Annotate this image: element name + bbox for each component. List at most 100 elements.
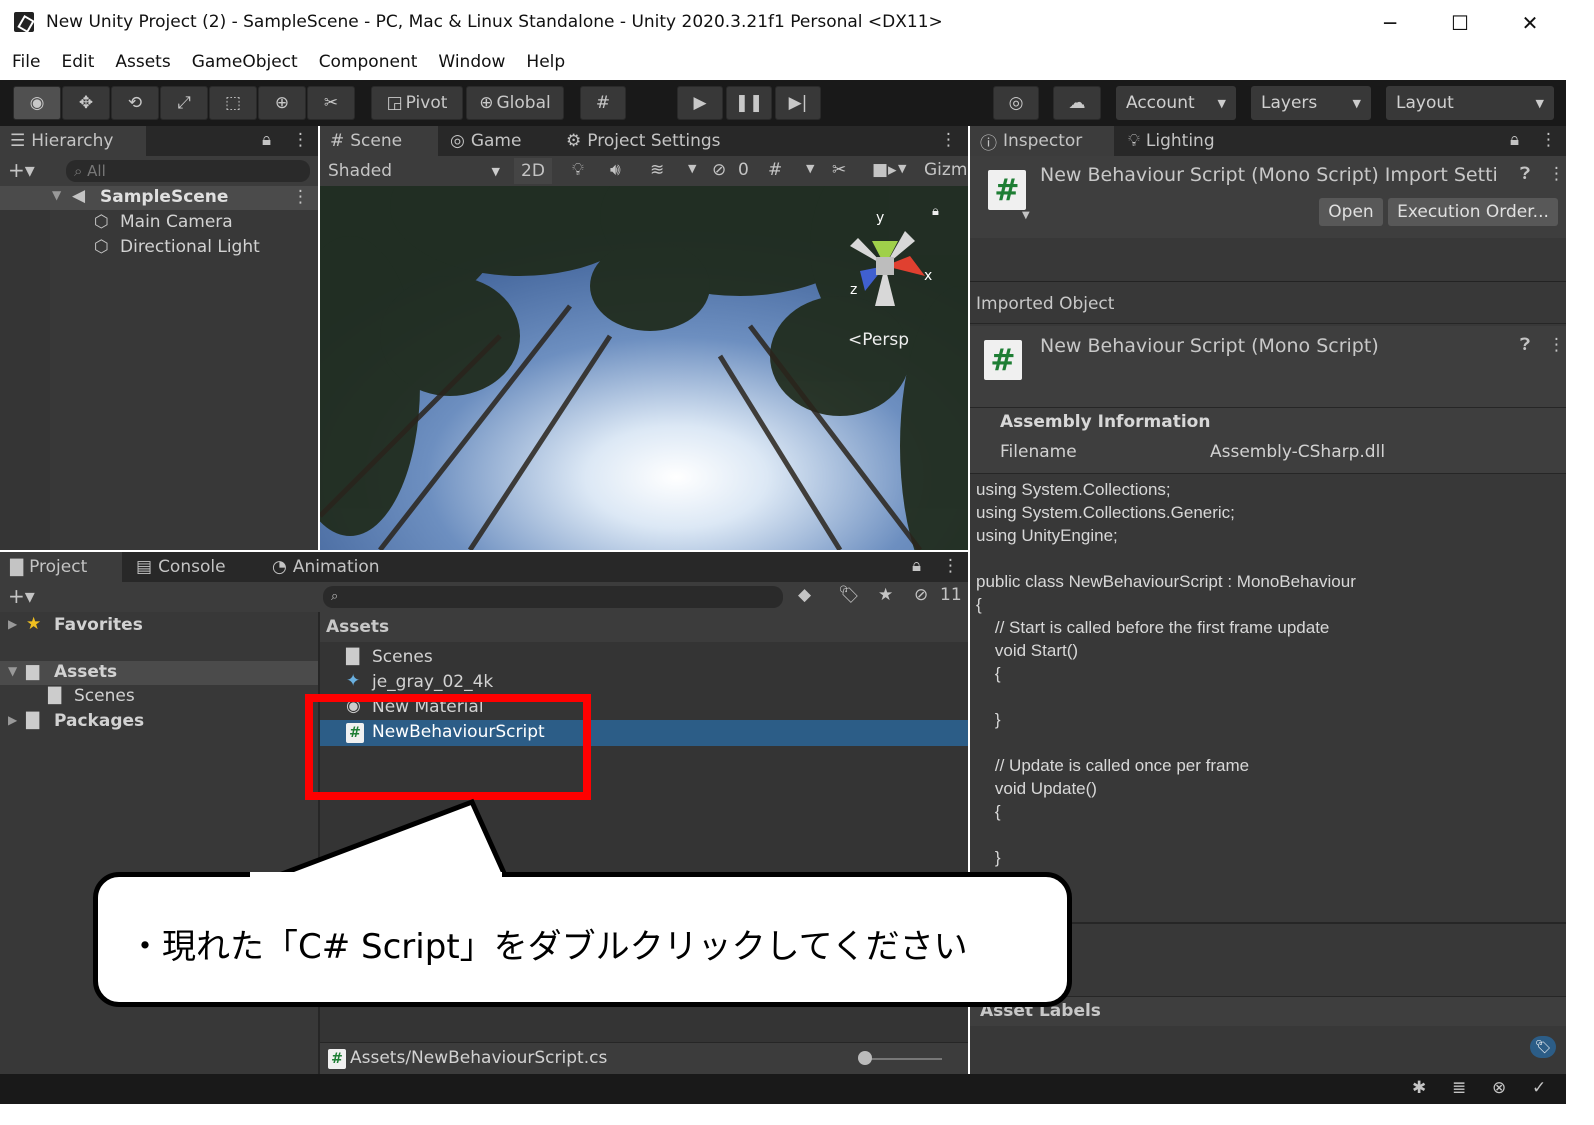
- filter-type-icon[interactable]: ◆: [798, 585, 811, 605]
- layers-dropdown[interactable]: Layers ▼: [1251, 86, 1371, 120]
- tree-item-favorites[interactable]: ▶ ★ Favorites: [0, 614, 318, 638]
- cache-icon[interactable]: ≣: [1452, 1078, 1466, 1098]
- help-icon[interactable]: ❓︎: [1520, 164, 1530, 184]
- code-line: using System.Collections.Generic;: [976, 503, 1235, 522]
- persp-toggle[interactable]: <Persp: [848, 330, 909, 350]
- tab-hierarchy[interactable]: ☰ Hierarchy: [0, 126, 146, 156]
- kebab-menu-icon[interactable]: ⋮: [940, 130, 957, 150]
- tab-scene[interactable]: # Scene: [320, 126, 438, 156]
- account-dropdown[interactable]: Account ▼: [1116, 86, 1236, 120]
- audio-icon[interactable]: 🔊︎: [610, 160, 621, 180]
- menu-window[interactable]: Window: [438, 52, 505, 72]
- tree-item-packages[interactable]: ▶ ▇ Packages: [0, 710, 318, 734]
- global-button[interactable]: ⊕ Global: [466, 86, 564, 120]
- kebab-menu-icon[interactable]: ⋮: [292, 130, 309, 150]
- pivot-button[interactable]: ◲ Pivot: [371, 86, 463, 120]
- create-dropdown-button[interactable]: +▾: [8, 158, 35, 182]
- pause-button[interactable]: ❚❚: [726, 86, 772, 120]
- chevron-down-icon[interactable]: ▼: [688, 162, 696, 175]
- toggle-2d-button[interactable]: 2D: [514, 158, 552, 184]
- bug-icon[interactable]: ✱: [1412, 1078, 1426, 1098]
- kebab-menu-icon[interactable]: ⋮: [292, 187, 309, 207]
- project-search-input[interactable]: ⌕: [323, 586, 783, 608]
- tab-project[interactable]: ▇ Project: [0, 552, 122, 582]
- shading-dropdown[interactable]: Shaded ▼: [322, 158, 506, 184]
- custom-tool-button[interactable]: ✂: [307, 86, 355, 120]
- close-button[interactable]: ✕: [1510, 8, 1550, 38]
- step-button[interactable]: ▶|: [775, 86, 821, 120]
- expand-arrow-icon[interactable]: ▶: [8, 617, 17, 631]
- maximize-button[interactable]: ☐: [1440, 8, 1480, 38]
- move-icon: ✥: [78, 93, 94, 113]
- checkmark-icon[interactable]: ✓: [1532, 1078, 1546, 1098]
- label-icon[interactable]: 🏷︎: [838, 585, 860, 605]
- tab-console[interactable]: ▤ Console: [126, 552, 236, 582]
- star-icon[interactable]: ★: [878, 585, 893, 605]
- rect-tool-button[interactable]: ⬚: [209, 86, 257, 120]
- collab-button[interactable]: ◎: [993, 86, 1039, 120]
- tab-lighting[interactable]: 💡︎ Lighting: [1118, 126, 1225, 156]
- tab-project-settings[interactable]: ⚙ Project Settings: [556, 126, 731, 156]
- menu-help[interactable]: Help: [526, 52, 565, 72]
- gizmos-dropdown[interactable]: Gizm: [924, 160, 968, 180]
- layout-dropdown[interactable]: Layout ▼: [1386, 86, 1554, 120]
- axis-x-label: x: [924, 268, 933, 284]
- asset-row[interactable]: ▇ Scenes: [320, 646, 968, 670]
- lock-icon[interactable]: 🔒︎: [262, 130, 271, 150]
- chevron-down-icon[interactable]: ▼: [806, 162, 814, 175]
- transform-tool-button[interactable]: ⊕: [258, 86, 306, 120]
- chevron-down-icon[interactable]: ▼: [1022, 210, 1030, 221]
- kebab-menu-icon[interactable]: ⋮: [942, 556, 959, 576]
- expand-arrow-icon[interactable]: ▶: [8, 713, 17, 727]
- tab-animation[interactable]: ◔ Animation: [262, 552, 390, 582]
- network-icon[interactable]: ⊗: [1492, 1078, 1506, 1098]
- scale-tool-button[interactable]: ⤢: [160, 86, 208, 120]
- zoom-slider-handle[interactable]: [858, 1051, 872, 1065]
- rotate-tool-button[interactable]: ⟲: [111, 86, 159, 120]
- play-button[interactable]: ▶: [677, 86, 723, 120]
- lock-icon[interactable]: 🔒︎: [1510, 130, 1519, 150]
- chevron-down-icon[interactable]: ▼: [898, 162, 906, 175]
- scene-row[interactable]: ▼ ◀ SampleScene ⋮: [0, 186, 318, 210]
- expand-arrow-icon[interactable]: ▼: [8, 664, 17, 678]
- view-tool-button[interactable]: ◉: [13, 86, 61, 120]
- scene-viewport[interactable]: y x z 🔒︎ <Persp: [320, 186, 968, 550]
- breadcrumb-assets[interactable]: Assets: [326, 617, 389, 637]
- lock-icon[interactable]: 🔒︎: [912, 556, 921, 576]
- tree-item-scenes[interactable]: ▇ Scenes: [0, 685, 318, 709]
- tab-inspector[interactable]: ⓘ Inspector: [970, 126, 1114, 156]
- kebab-menu-icon[interactable]: ⋮: [1548, 164, 1565, 184]
- lock-icon[interactable]: 🔒︎: [932, 204, 939, 219]
- expand-arrow-icon[interactable]: ▼: [52, 188, 61, 202]
- zoom-slider-track[interactable]: [860, 1058, 942, 1060]
- cloud-button[interactable]: ☁: [1053, 86, 1101, 120]
- inspector-tabbar: ⓘ Inspector 💡︎ Lighting 🔒︎ ⋮: [970, 126, 1566, 156]
- tree-item-assets[interactable]: ▼ ▆ Assets: [0, 661, 318, 685]
- create-dropdown-button[interactable]: +▾: [8, 584, 35, 608]
- hierarchy-search-input[interactable]: ⌕ All: [66, 160, 310, 182]
- menu-component[interactable]: Component: [319, 52, 418, 72]
- camera-icon[interactable]: ■▸: [872, 160, 897, 180]
- menu-file[interactable]: File: [12, 52, 40, 72]
- menu-gameobject[interactable]: GameObject: [192, 52, 298, 72]
- help-icon[interactable]: ❓︎: [1520, 335, 1530, 355]
- asset-row[interactable]: ✦ je_gray_02_4k: [320, 671, 968, 695]
- effects-icon[interactable]: ≋: [650, 160, 664, 180]
- hidden-eye-icon[interactable]: ⊘: [712, 160, 726, 180]
- tools-icon[interactable]: ✂: [832, 160, 846, 180]
- snap-button[interactable]: #: [580, 86, 626, 120]
- open-button[interactable]: Open: [1319, 198, 1383, 226]
- execution-order-button[interactable]: Execution Order...: [1388, 198, 1558, 226]
- hidden-eye-icon[interactable]: ⊘: [914, 585, 928, 605]
- orientation-gizmo[interactable]: [830, 206, 940, 316]
- tag-icon[interactable]: 🏷︎: [1530, 1036, 1556, 1058]
- menu-assets[interactable]: Assets: [115, 52, 170, 72]
- grid-icon[interactable]: #: [768, 160, 782, 180]
- menu-edit[interactable]: Edit: [61, 52, 94, 72]
- lightbulb-icon[interactable]: 💡︎: [572, 160, 584, 180]
- minimize-button[interactable]: ─: [1370, 8, 1410, 38]
- tab-game[interactable]: ◎ Game: [440, 126, 531, 156]
- move-tool-button[interactable]: ✥: [62, 86, 110, 120]
- kebab-menu-icon[interactable]: ⋮: [1548, 335, 1565, 355]
- kebab-menu-icon[interactable]: ⋮: [1540, 130, 1557, 150]
